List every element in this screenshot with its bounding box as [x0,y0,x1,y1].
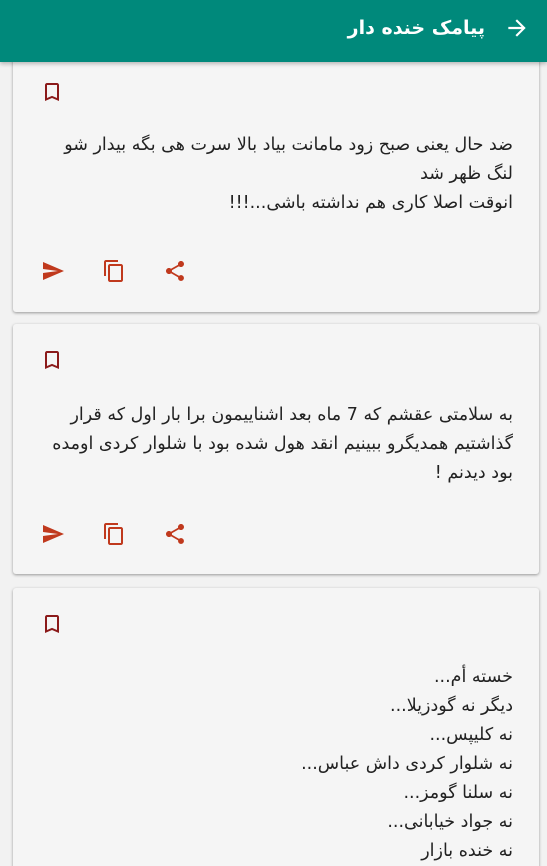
share-icon [166,524,184,544]
copy-icon [104,523,123,545]
message-text: به سلامتی عقشم که 7 ماه بعد اشناییمون بر… [52,405,513,483]
message-card: خسته أم... دیگر نه گودزیلا... نه کلیپس..… [13,588,539,866]
send-icon [43,525,64,543]
message-list[interactable]: ضد حال یعنی صبح زود مامانت بیاد بالا سرت… [0,62,547,866]
copy-icon [104,260,123,282]
back-button[interactable] [499,10,535,46]
page-title: پیامک خنده دار [347,17,485,39]
app-bar: پیامک خنده دار [0,0,547,62]
send-button[interactable] [33,251,73,291]
copy-button[interactable] [94,251,134,291]
send-icon [43,262,64,280]
send-button[interactable] [33,514,73,554]
message-card: ضد حال یعنی صبح زود مامانت بیاد بالا سرت… [13,62,539,312]
share-button[interactable] [155,514,195,554]
share-icon [166,261,184,281]
message-text: خسته أم... دیگر نه گودزیلا... نه کلیپس..… [301,667,513,861]
bookmark-button[interactable] [38,346,66,374]
message-actions [13,514,539,554]
message-actions [13,251,539,291]
bookmark-outline-icon [45,83,59,101]
message-text: ضد حال یعنی صبح زود مامانت بیاد بالا سرت… [64,135,513,213]
message-card: به سلامتی عقشم که 7 ماه بعد اشناییمون بر… [13,324,539,574]
bookmark-button[interactable] [38,610,66,638]
bookmark-outline-icon [45,351,59,369]
bookmark-outline-icon [45,615,59,633]
arrow-forward-icon [508,19,526,37]
bookmark-button[interactable] [38,78,66,106]
share-button[interactable] [155,251,195,291]
copy-button[interactable] [94,514,134,554]
